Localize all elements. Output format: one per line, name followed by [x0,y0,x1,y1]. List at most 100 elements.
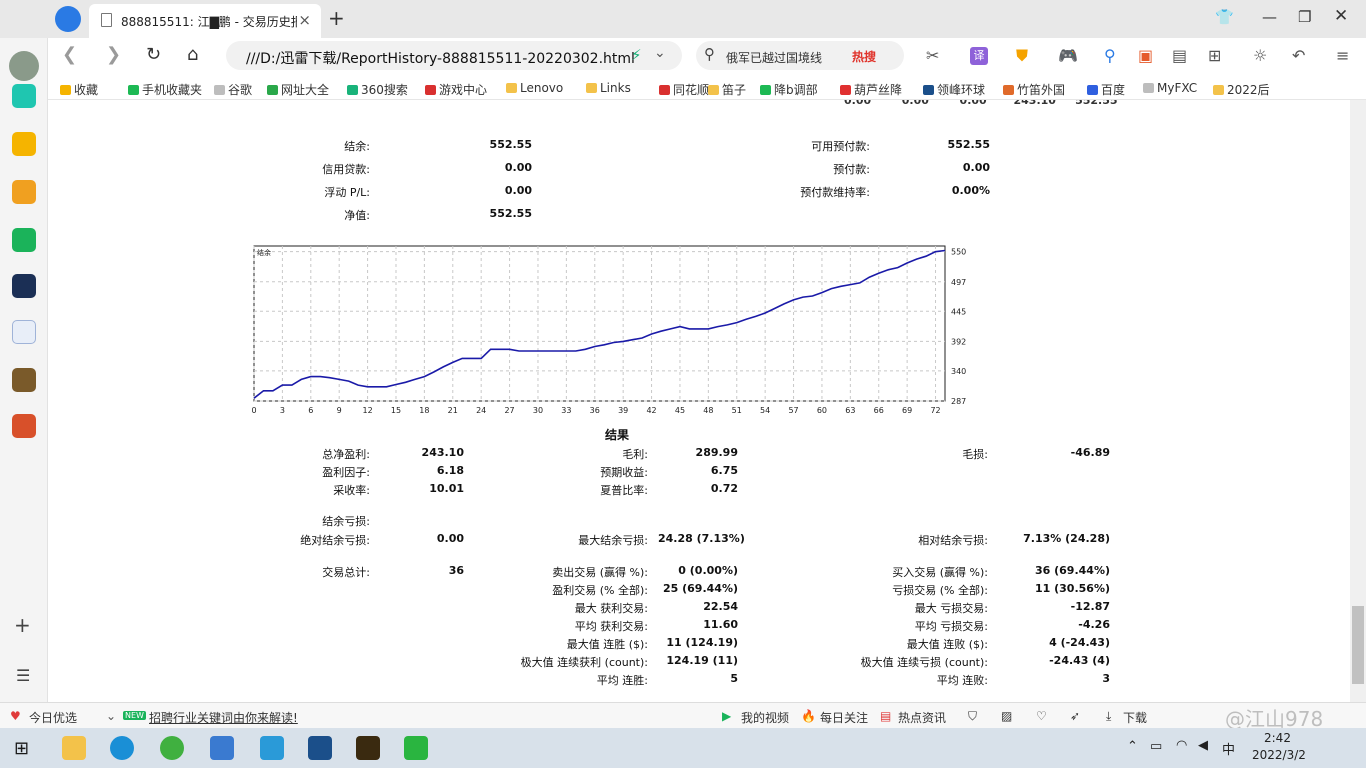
today-picks[interactable]: 今日优选 [29,709,77,726]
wifi-icon[interactable]: ◠ [1176,738,1187,753]
file-explorer-icon[interactable] [62,736,86,760]
y-tick-label: 497 [951,278,966,287]
chevron-down-icon[interactable]: ⌄ [654,45,666,61]
address-bar[interactable]: ///D:/迅雷下载/ReportHistory-888815511-20220… [226,41,682,70]
bookmark-item[interactable]: 谷歌 [214,81,252,98]
bookmark-item[interactable]: 降b调部 [760,81,818,98]
bookmark-item[interactable]: Links [586,81,631,95]
clock-date[interactable]: 2022/3/2 [1252,748,1306,762]
search-box[interactable]: ⚲ 俄军已越过国境线 热搜 [696,41,904,70]
send-icon[interactable] [260,736,284,760]
volume-icon[interactable]: ◀ [1198,738,1208,753]
bookmark-item[interactable]: Lenovo [506,81,563,95]
game-app-icon-2[interactable] [12,414,36,438]
x-tick-label: 54 [760,406,770,415]
windows-start-icon[interactable]: ⊞ [14,738,29,759]
bookmark-bar: 收藏 手机收藏夹 谷歌 网址大全 360搜索 游戏中心 Lenovo Links 同花顺 笛子 降b… [48,76,1366,100]
search-tool-icon[interactable]: ⚲ [1104,46,1116,65]
reload-button[interactable]: ↻ [146,44,161,65]
download-icon[interactable]: ⤓ [1106,709,1111,724]
bookmark-item[interactable]: 葫芦丝降 [840,81,902,98]
tab-close-icon[interactable]: × [298,11,311,29]
video-icon: ▶ [722,709,732,723]
wechat-icon[interactable] [404,736,428,760]
minimize-button[interactable]: — [1262,8,1277,26]
weibo-icon[interactable] [12,180,36,204]
trading-app-icon[interactable] [308,736,332,760]
address-url[interactable]: ///D:/迅雷下载/ReportHistory-888815511-20220… [246,48,635,68]
browser-360-icon[interactable] [160,736,184,760]
avatar[interactable] [9,51,39,81]
daily-focus[interactable]: 每日关注 [820,709,868,726]
list-icon[interactable]: ☰ [16,666,30,685]
result-value: 6.18 [436,464,464,477]
bookmark-item[interactable]: MyFXC [1143,81,1197,95]
bookmark-item[interactable]: 手机收藏夹 [128,81,202,98]
bookmark-item[interactable]: 笛子 [708,81,746,98]
scrollbar-thumb[interactable] [1352,606,1364,684]
game-app-icon[interactable] [12,368,36,392]
menu-icon[interactable]: ≡ [1336,46,1349,65]
word-document-icon[interactable] [12,320,36,344]
add-icon[interactable]: + [14,613,31,637]
undo-icon[interactable]: ↶ [1292,46,1305,65]
bookmark-item[interactable]: 游戏中心 [425,81,487,98]
speed-mode-icon[interactable]: ⚡ [631,46,642,64]
bookmark-item[interactable]: 收藏 [60,81,98,98]
fire-icon: 🔥 [801,709,816,723]
my-video[interactable]: 我的视频 [741,709,789,726]
mail-icon[interactable] [12,228,36,252]
x-tick-label: 42 [646,406,656,415]
bookmark-item[interactable]: 2022后 [1213,81,1270,98]
heartbeat-icon[interactable]: ♡ [1036,709,1047,723]
star-icon[interactable] [12,132,36,156]
bookmark-item[interactable]: 同花顺 [659,81,709,98]
hot-search-badge[interactable]: 热搜 [852,48,876,65]
download-label[interactable]: 下载 [1123,709,1147,726]
home-button[interactable]: ⌂ [187,44,198,65]
x-tick-label: 57 [788,406,798,415]
news-app-icon[interactable] [12,274,36,298]
clock-time[interactable]: 2:42 [1264,731,1291,745]
bookmark-item[interactable]: 360搜索 [347,81,408,98]
medical-cross-icon[interactable] [12,84,36,108]
bookmark-item[interactable]: 网址大全 [267,81,329,98]
app-icon[interactable] [210,736,234,760]
shield-icon[interactable]: ⛉ [968,709,977,724]
translate-icon[interactable]: 译 [970,47,988,65]
tv-icon[interactable]: ▣ [1138,46,1153,65]
new-tab-button[interactable]: + [328,6,345,30]
search-input[interactable]: 俄军已越过国境线 [726,49,822,66]
book-icon[interactable]: ▤ [1172,46,1187,65]
battery-icon[interactable]: ▭ [1150,739,1162,754]
apps-grid-icon[interactable]: ⊞ [1208,46,1221,65]
brightness-icon[interactable]: ☼ [1253,46,1267,65]
back-button[interactable]: ❮ [62,44,77,65]
bookmark-item[interactable]: 领峰环球 [923,81,985,98]
browser-logo-icon[interactable] [55,6,81,32]
skin-icon[interactable]: 👕 [1215,8,1234,26]
image-icon[interactable]: ▨ [1001,709,1012,723]
tray-up-icon[interactable]: ⌃ [1127,739,1138,754]
game-icon[interactable]: 🎮 [1058,46,1078,65]
bookmark-icon [760,85,771,95]
news-link[interactable]: 招聘行业关键词由你来解读! [149,709,298,726]
chevron-down-icon[interactable]: ⌄ [106,709,116,723]
ime-indicator[interactable]: 中 [1222,739,1235,758]
scissors-icon[interactable]: ✂ [926,46,939,65]
bookmark-item[interactable]: 百度 [1087,81,1125,98]
forward-button[interactable]: ❯ [106,44,121,65]
account-value: 0.00% [951,184,990,197]
result-value: 5 [730,672,738,685]
edge-icon[interactable] [110,736,134,760]
shield-coin-icon[interactable]: ⛊ [1016,46,1028,66]
bookmark-icon [267,85,278,95]
gold-app-icon[interactable] [356,736,380,760]
hot-news[interactable]: 热点资讯 [898,709,946,726]
bookmark-item[interactable]: 竹笛外国 [1003,81,1065,98]
rocket-icon[interactable]: ➶ [1070,709,1080,723]
window-close-button[interactable]: ✕ [1334,6,1348,26]
maximize-button[interactable]: ❐ [1298,8,1311,26]
tab-report-history[interactable]: 888815511: 江▇鹏 - 交易历史报告 × [89,4,321,38]
x-tick-label: 69 [902,406,912,415]
